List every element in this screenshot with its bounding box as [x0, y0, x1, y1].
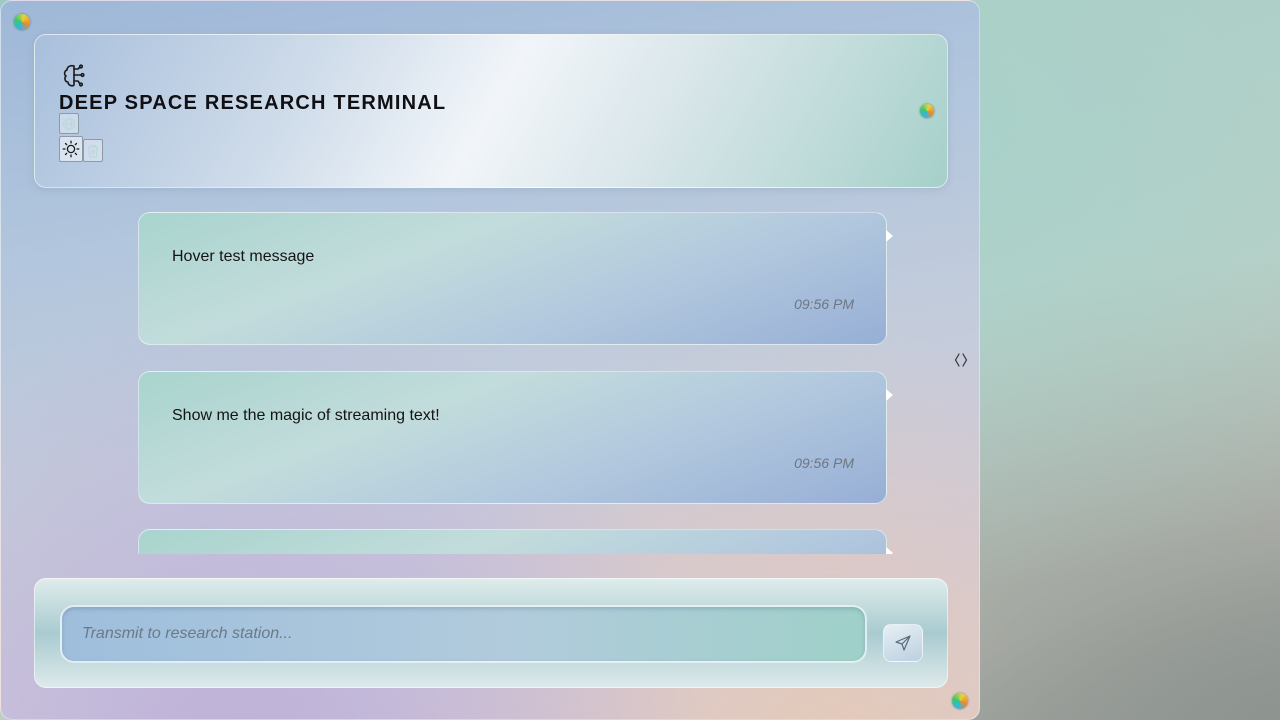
header-orb-icon	[920, 104, 934, 118]
code-toggle-button[interactable]	[952, 351, 970, 369]
message-list[interactable]: Hover test message 09:56 PM Show me the …	[121, 201, 911, 554]
page-title: DEEP SPACE RESEARCH TERMINAL	[59, 92, 447, 114]
trash-icon	[88, 144, 98, 158]
sun-icon	[62, 140, 80, 158]
message-bubble[interactable]: Hover test message 09:56 PM	[138, 212, 893, 345]
message-input[interactable]	[60, 605, 867, 663]
message-bubble[interactable]: Show me the magic of streaming text! 09:…	[138, 371, 893, 504]
globe-button[interactable]	[59, 113, 79, 134]
clear-chat-button[interactable]	[83, 139, 103, 162]
message-timestamp: 09:56 PM	[794, 296, 854, 312]
app-window: DEEP SPACE RESEARCH TERMINAL Hover test …	[0, 0, 980, 720]
composer-panel	[34, 578, 948, 688]
send-icon	[895, 635, 911, 651]
brain-icon	[63, 64, 85, 87]
message-bubble[interactable]	[138, 529, 893, 554]
message-text: Show me the magic of streaming text!	[172, 407, 440, 424]
message-timestamp: 09:56 PM	[794, 455, 854, 471]
status-orb-icon	[952, 693, 968, 709]
send-button[interactable]	[883, 624, 923, 662]
code-icon	[954, 353, 968, 367]
globe-icon	[62, 117, 76, 130]
message-text: Hover test message	[172, 248, 315, 265]
theme-toggle-button[interactable]	[59, 136, 83, 162]
status-orb-icon	[14, 14, 30, 30]
